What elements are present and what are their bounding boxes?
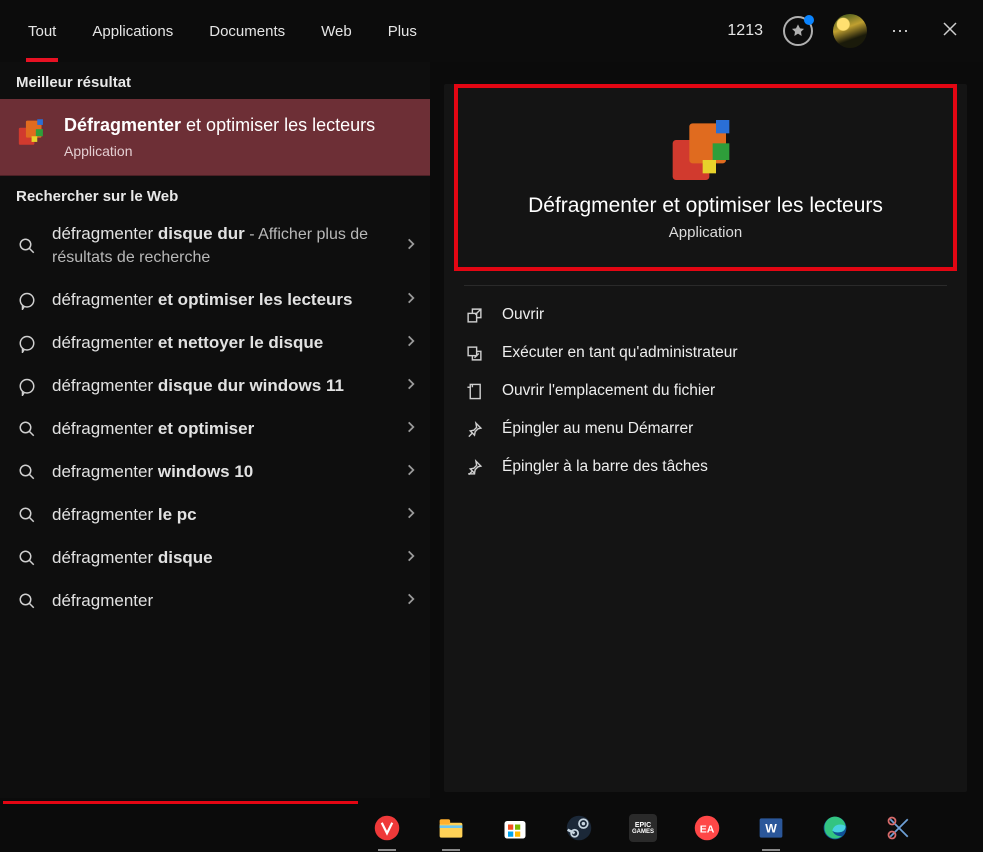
rewards-icon[interactable] xyxy=(783,16,813,46)
taskbar-app-explorer[interactable] xyxy=(434,811,468,845)
results-column: Meilleur résultat Défragmenter et optimi… xyxy=(0,62,430,798)
chevron-right-icon xyxy=(404,506,418,525)
suggestion-text: défragmenter xyxy=(52,590,390,613)
admin-icon xyxy=(464,345,484,362)
taskbar-app-vivaldi[interactable] xyxy=(370,811,404,845)
tab-label: Documents xyxy=(209,23,285,40)
hero-card: Défragmenter et optimiser les lecteurs A… xyxy=(454,84,957,271)
taskbar-app-steam[interactable] xyxy=(562,811,596,845)
user-avatar[interactable] xyxy=(833,14,867,48)
search-suggestion[interactable]: defragmenter windows 10 xyxy=(0,451,430,494)
search-suggestion[interactable]: défragmenter le pc xyxy=(0,494,430,537)
search-suggestion[interactable]: défragmenter et optimiser les lecteurs xyxy=(0,279,430,322)
taskbar-app-store[interactable] xyxy=(498,811,532,845)
taskbar-app-epic[interactable]: EPICGAMES xyxy=(626,811,660,845)
chevron-right-icon xyxy=(404,334,418,353)
taskbar-app-ea[interactable]: EA xyxy=(690,811,724,845)
web-results-heading: Rechercher sur le Web xyxy=(0,176,430,213)
header-right: 1213 ⋯ xyxy=(727,14,965,49)
tab-web[interactable]: Web xyxy=(303,0,370,62)
defrag-icon xyxy=(666,110,746,180)
rewards-points: 1213 xyxy=(727,22,763,40)
best-result-title: Défragmenter et optimiser les lecteurs xyxy=(64,113,375,137)
tab-label: Web xyxy=(321,23,352,40)
defrag-icon xyxy=(16,115,50,149)
search-suggestion[interactable]: défragmenter disque dur - Afficher plus … xyxy=(0,213,430,279)
suggestion-text: défragmenter disque xyxy=(52,547,390,570)
tab-label: Plus xyxy=(388,23,417,40)
chat-icon xyxy=(16,378,38,396)
action-label: Épingler à la barre des tâches xyxy=(502,458,708,476)
search-icon xyxy=(16,549,38,567)
chevron-right-icon xyxy=(404,549,418,568)
hero-subtitle: Application xyxy=(669,224,742,241)
best-result[interactable]: Défragmenter et optimiser les lecteurs A… xyxy=(0,99,430,176)
taskbar-app-snip[interactable] xyxy=(882,811,916,845)
svg-text:EA: EA xyxy=(700,823,715,835)
suggestion-text: défragmenter et nettoyer le disque xyxy=(52,332,390,355)
taskbar-app-word[interactable]: W xyxy=(754,811,788,845)
suggestion-text: défragmenter le pc xyxy=(52,504,390,527)
more-options-button[interactable]: ⋯ xyxy=(887,17,915,46)
pinbar-icon xyxy=(464,459,484,476)
detail-panel: Défragmenter et optimiser les lecteurs A… xyxy=(444,84,967,792)
search-icon xyxy=(16,463,38,481)
divider xyxy=(464,285,947,286)
close-button[interactable] xyxy=(935,14,965,49)
suggestion-text: défragmenter disque dur - Afficher plus … xyxy=(52,223,390,269)
context-action[interactable]: Ouvrir xyxy=(444,296,967,334)
suggestion-text: défragmenter et optimiser xyxy=(52,418,390,441)
chevron-right-icon xyxy=(404,463,418,482)
pin-icon xyxy=(464,421,484,438)
tab-more[interactable]: Plus xyxy=(370,0,441,62)
context-action[interactable]: Exécuter en tant qu'administrateur xyxy=(444,334,967,372)
detail-column: Défragmenter et optimiser les lecteurs A… xyxy=(430,62,983,798)
action-label: Exécuter en tant qu'administrateur xyxy=(502,344,738,362)
action-label: Ouvrir l'emplacement du fichier xyxy=(502,382,715,400)
best-result-heading: Meilleur résultat xyxy=(0,62,430,99)
search-icon xyxy=(16,592,38,610)
search-suggestion[interactable]: défragmenter xyxy=(0,580,430,623)
search-suggestion[interactable]: défragmenter et optimiser xyxy=(0,408,430,451)
action-label: Épingler au menu Démarrer xyxy=(502,420,693,438)
search-icon xyxy=(16,506,38,524)
taskbar: EPICGAMES EA W xyxy=(0,804,983,852)
tab-label: Applications xyxy=(92,23,173,40)
search-suggestion[interactable]: défragmenter et nettoyer le disque xyxy=(0,322,430,365)
search-suggestion[interactable]: défragmenter disque dur windows 11 xyxy=(0,365,430,408)
suggestion-text: défragmenter et optimiser les lecteurs xyxy=(52,289,390,312)
context-action[interactable]: Ouvrir l'emplacement du fichier xyxy=(444,372,967,410)
header-bar: Tout Applications Documents Web Plus 121… xyxy=(0,0,983,62)
tab-label: Tout xyxy=(28,23,56,40)
folder-icon xyxy=(464,383,484,400)
chevron-right-icon xyxy=(404,237,418,256)
hero-title: Défragmenter et optimiser les lecteurs xyxy=(528,194,883,218)
suggestion-text: défragmenter disque dur windows 11 xyxy=(52,375,390,398)
scope-tabs: Tout Applications Documents Web Plus xyxy=(0,0,441,62)
chevron-right-icon xyxy=(404,592,418,611)
search-icon xyxy=(16,237,38,255)
chevron-right-icon xyxy=(404,420,418,439)
best-result-subtitle: Application xyxy=(64,143,375,159)
context-action[interactable]: Épingler à la barre des tâches xyxy=(444,448,967,486)
search-icon xyxy=(16,420,38,438)
notification-dot-icon xyxy=(804,15,814,25)
svg-text:W: W xyxy=(765,821,777,835)
action-label: Ouvrir xyxy=(502,306,544,324)
suggestion-text: defragmenter windows 10 xyxy=(52,461,390,484)
chevron-right-icon xyxy=(404,377,418,396)
chat-icon xyxy=(16,335,38,353)
search-suggestion[interactable]: défragmenter disque xyxy=(0,537,430,580)
tab-documents[interactable]: Documents xyxy=(191,0,303,62)
chevron-right-icon xyxy=(404,291,418,310)
open-icon xyxy=(464,307,484,324)
chat-icon xyxy=(16,292,38,310)
tab-all[interactable]: Tout xyxy=(10,0,74,62)
tab-apps[interactable]: Applications xyxy=(74,0,191,62)
taskbar-app-edge[interactable] xyxy=(818,811,852,845)
context-action[interactable]: Épingler au menu Démarrer xyxy=(444,410,967,448)
